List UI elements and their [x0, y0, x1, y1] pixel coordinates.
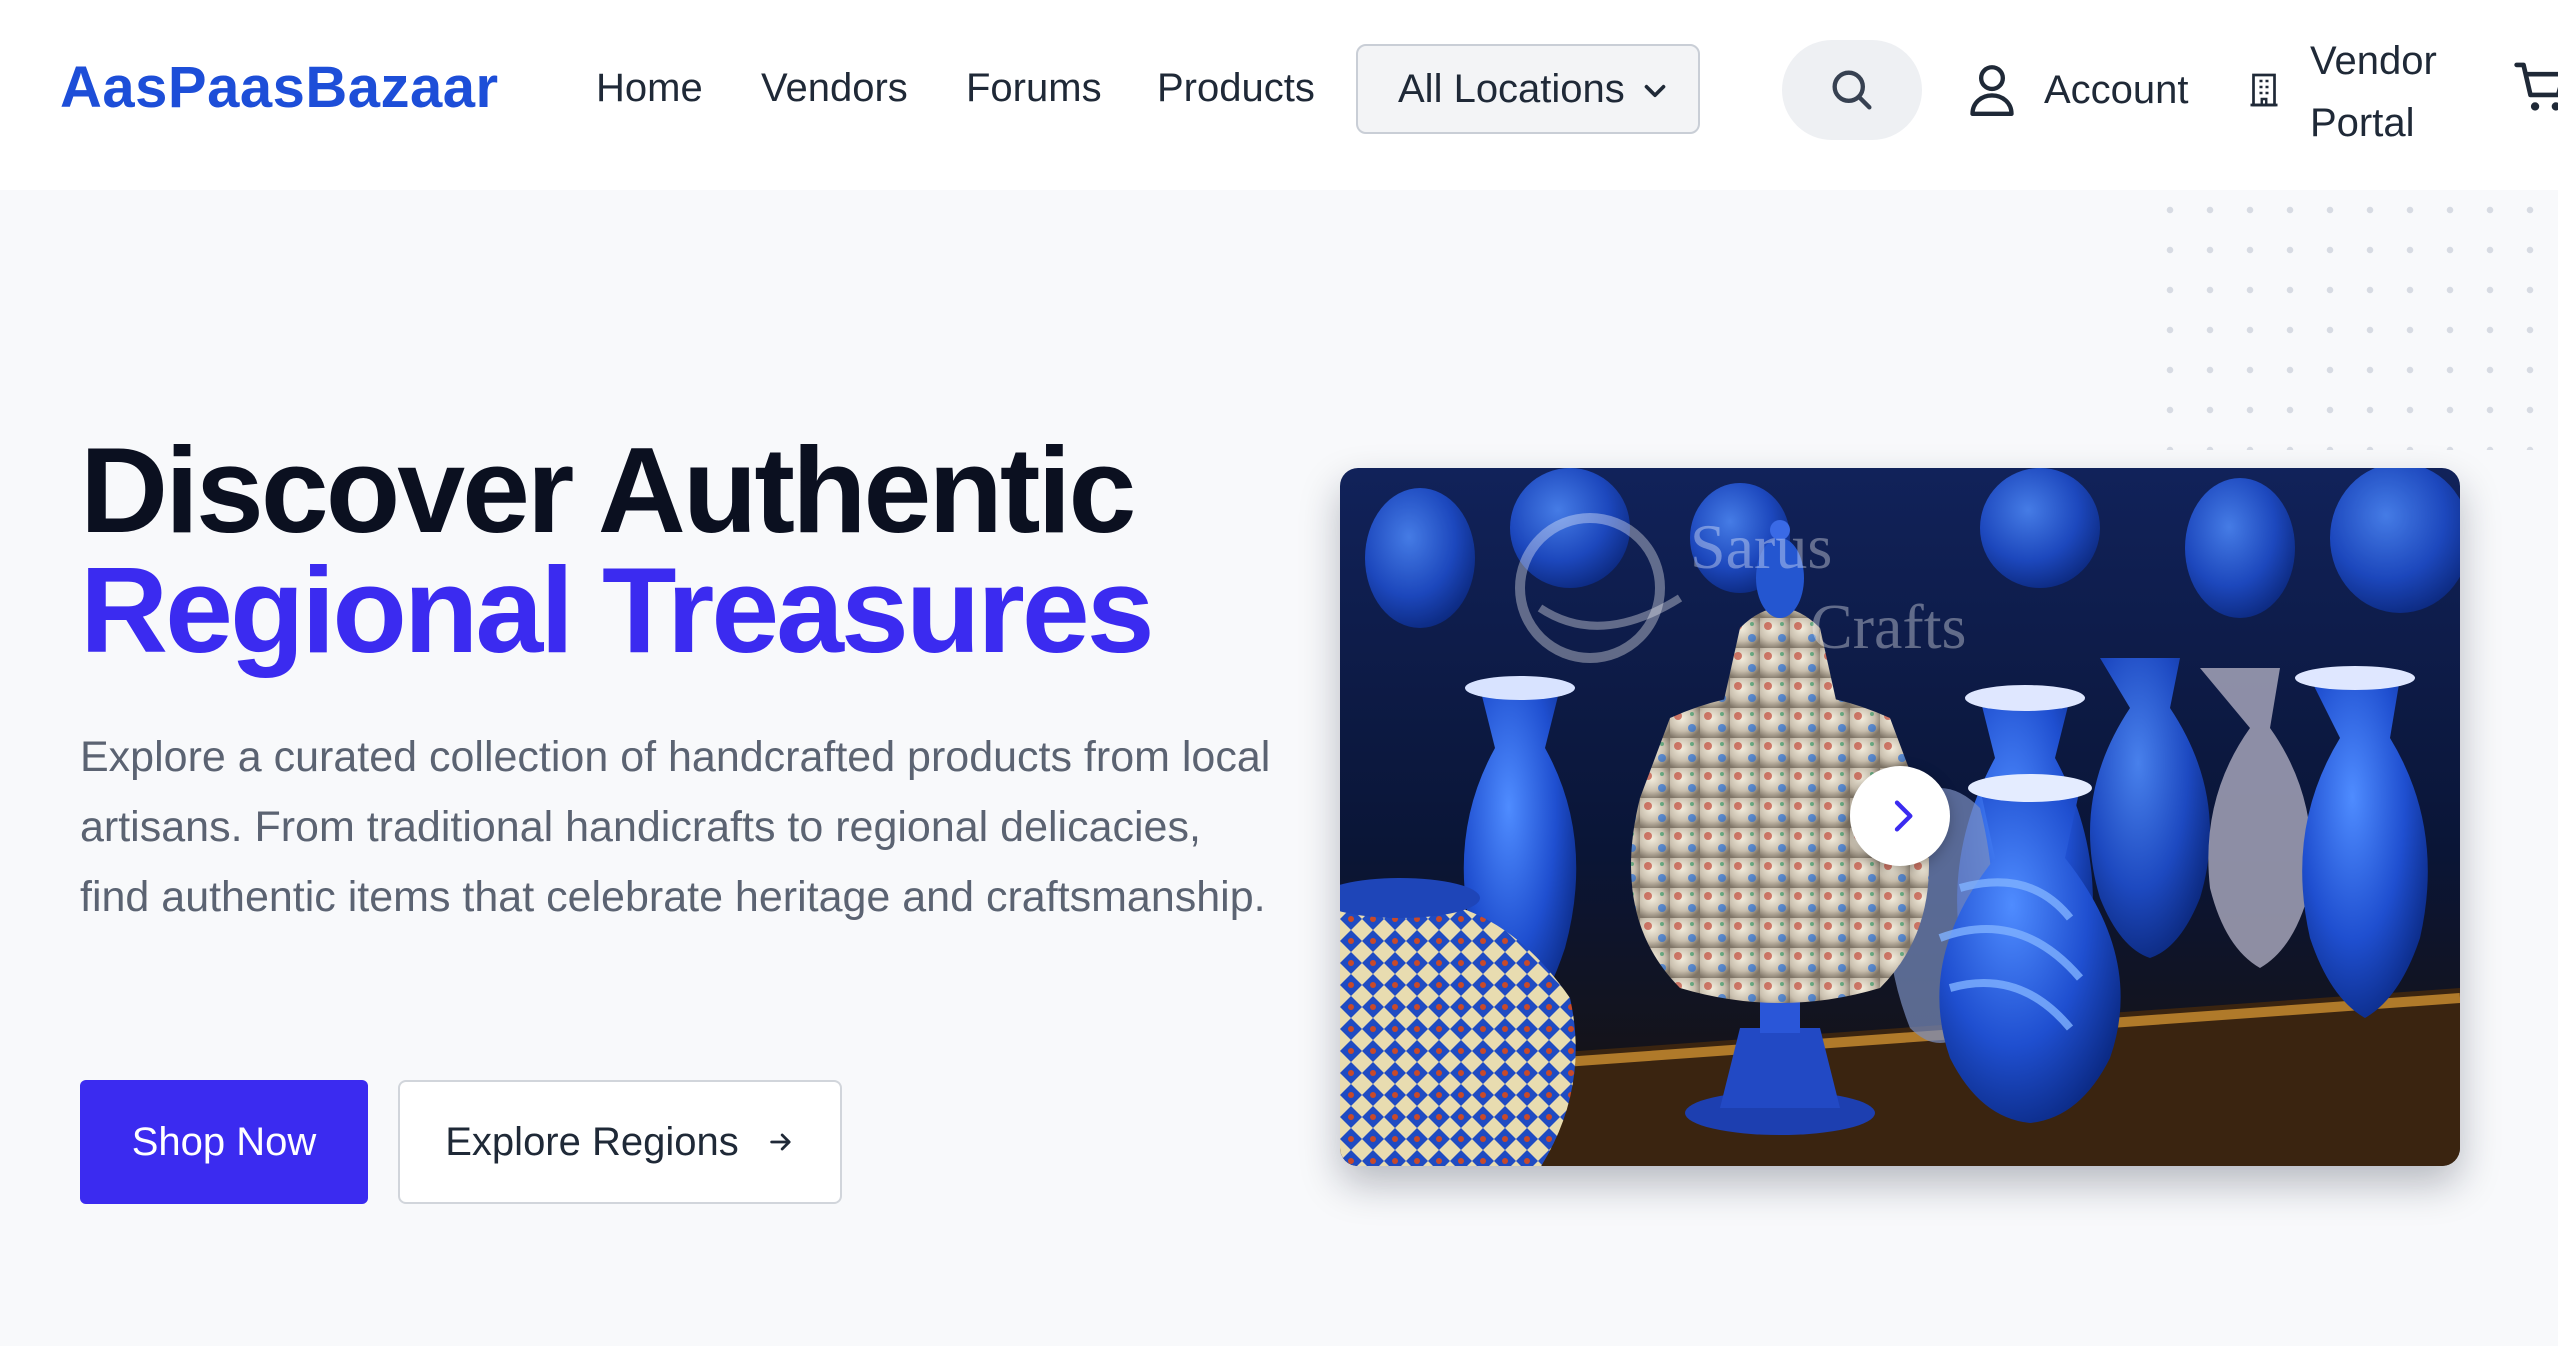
image-watermark-text: Sarus	[1690, 511, 1832, 582]
explore-regions-label: Explore Regions	[445, 1119, 739, 1164]
vendor-portal-link[interactable]: Vendor Portal	[2248, 30, 2450, 154]
nav-home[interactable]: Home	[596, 66, 703, 111]
search-button[interactable]	[1782, 40, 1922, 140]
nav-products[interactable]: Products	[1157, 66, 1315, 111]
cart-icon	[2514, 62, 2558, 111]
cart-button[interactable]	[2514, 58, 2558, 123]
svg-text:Crafts: Crafts	[1810, 591, 1966, 662]
account-link[interactable]: Account	[1966, 60, 2189, 120]
carousel-next-button[interactable]	[1850, 766, 1950, 866]
hero-title: Discover Authentic Regional Treasures	[80, 422, 1155, 678]
user-icon	[1970, 65, 2014, 117]
hero-title-line1: Discover Authentic	[80, 422, 1136, 558]
nav-forums[interactable]: Forums	[966, 66, 1102, 111]
arrow-right-icon	[770, 1133, 791, 1151]
shop-now-label: Shop Now	[131, 1119, 317, 1164]
chevron-down-icon	[1644, 84, 1666, 98]
site-logo[interactable]: AasPaasBazaar	[60, 54, 499, 121]
vendor-portal-label-line2: Portal	[2310, 101, 2415, 145]
location-select-value: All Locations	[1398, 66, 1625, 111]
decorative-dot-grid	[2150, 190, 2558, 450]
chevron-right-icon	[1894, 800, 1913, 832]
explore-regions-button[interactable]: Explore Regions	[398, 1080, 842, 1204]
hero-title-line2: Regional Treasures	[80, 542, 1155, 678]
account-label: Account	[2044, 67, 2189, 112]
search-icon	[1832, 70, 1872, 110]
shop-now-button[interactable]: Shop Now	[80, 1080, 368, 1204]
hero-description: Explore a curated collection of handcraf…	[80, 733, 1271, 921]
vendor-portal-label: Vendor Portal	[2310, 30, 2450, 154]
location-select[interactable]: All Locations	[1356, 44, 1700, 134]
site-header: AasPaasBazaar Home Vendors Forums Produc…	[0, 0, 2558, 190]
nav-vendors[interactable]: Vendors	[761, 66, 908, 111]
vendor-portal-label-line1: Vendor	[2310, 39, 2437, 83]
building-icon	[2250, 73, 2278, 107]
